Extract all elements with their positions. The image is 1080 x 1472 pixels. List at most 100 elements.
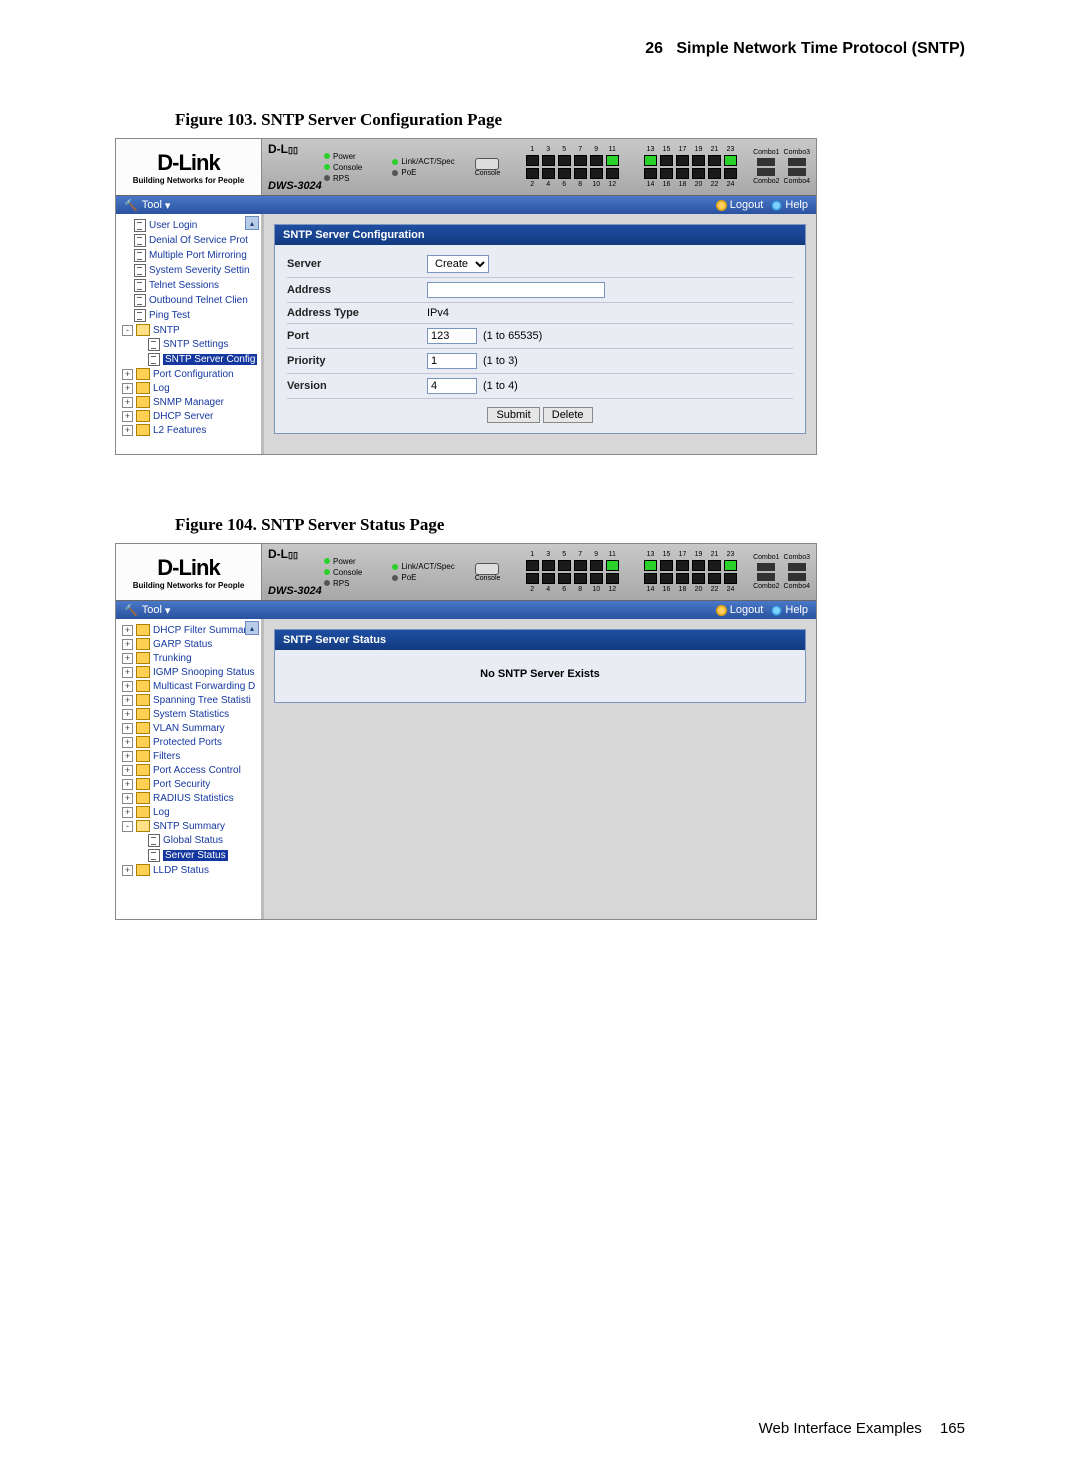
page-icon (148, 353, 160, 366)
scroll-up-icon[interactable]: ▴ (245, 216, 259, 230)
folder-icon (136, 778, 150, 790)
tree-item[interactable]: Ping Test (120, 308, 261, 323)
tree-item[interactable]: + Log (120, 805, 261, 819)
expand-icon[interactable]: + (122, 411, 133, 422)
tree-item[interactable]: Outbound Telnet Clien (120, 293, 261, 308)
brand-name: D-Link (157, 150, 219, 176)
tree-item[interactable]: SNTP Server Config (120, 352, 261, 367)
expand-icon[interactable]: + (122, 639, 133, 650)
tool-menu[interactable]: Tool ▾ (142, 199, 171, 212)
address-input[interactable] (427, 282, 605, 298)
tree-item[interactable]: SNTP Settings (120, 337, 261, 352)
nav-tree[interactable]: ▴ User Login Denial Of Service Prot Multip… (116, 214, 264, 454)
tree-item[interactable]: User Login (120, 218, 261, 233)
tree-item[interactable]: + DHCP Filter Summary (120, 623, 261, 637)
brand-tagline: Building Networks for People (133, 581, 245, 590)
priority-hint: (1 to 3) (483, 355, 518, 367)
expand-icon[interactable]: + (122, 625, 133, 636)
logout-link[interactable]: Logout (716, 604, 764, 616)
page-icon (134, 264, 146, 277)
led-label: PoE (401, 168, 416, 177)
tree-item[interactable]: Denial Of Service Prot (120, 233, 261, 248)
delete-button[interactable]: Delete (543, 407, 593, 423)
tree-item[interactable]: Global Status (120, 833, 261, 848)
tree-item[interactable]: +VLAN Summary (120, 721, 261, 735)
tree-item[interactable]: + GARP Status (120, 637, 261, 651)
help-link[interactable]: Help (771, 604, 808, 616)
expand-icon[interactable]: + (122, 681, 133, 692)
collapse-icon[interactable]: - (122, 325, 133, 336)
expand-icon[interactable]: + (122, 807, 133, 818)
tree-item[interactable]: -SNTP Summary (120, 819, 261, 833)
expand-icon[interactable]: + (122, 709, 133, 720)
tree-item[interactable]: +Port Access Control (120, 763, 261, 777)
help-link[interactable]: Help (771, 199, 808, 211)
tree-item[interactable]: +System Statistics (120, 707, 261, 721)
tree-item[interactable]: +Spanning Tree Statisti (120, 693, 261, 707)
expand-icon[interactable]: + (122, 865, 133, 876)
nav-tree[interactable]: ▴ + DHCP Filter Summary + GARP Status+Trunk… (116, 619, 264, 919)
expand-icon[interactable]: + (122, 793, 133, 804)
device-header: D-Link Building Networks for People D-L▯… (116, 139, 816, 196)
expand-icon[interactable]: + (122, 369, 133, 380)
tree-item-label: Multicast Forwarding D (153, 681, 255, 692)
tree-item[interactable]: Telnet Sessions (120, 278, 261, 293)
expand-icon[interactable]: + (122, 779, 133, 790)
led-label: Console (333, 163, 362, 172)
submit-button[interactable]: Submit (487, 407, 539, 423)
toolbar: 🔨 Tool ▾ Logout Help (116, 196, 816, 214)
page-footer: Web Interface Examples 165 (115, 1420, 965, 1437)
collapse-icon[interactable]: - (122, 821, 133, 832)
expand-icon[interactable]: + (122, 737, 133, 748)
folder-icon (136, 410, 150, 422)
tree-item-label: GARP Status (153, 639, 212, 650)
tree-item[interactable]: Multiple Port Mirroring (120, 248, 261, 263)
tree-item-label: Ping Test (149, 310, 190, 321)
tree-item-label: Denial Of Service Prot (149, 235, 248, 246)
tree-item[interactable]: +Port Security (120, 777, 261, 791)
tree-item[interactable]: System Severity Settin (120, 263, 261, 278)
tree-item[interactable]: +Trunking (120, 651, 261, 665)
tree-item[interactable]: +Protected Ports (120, 735, 261, 749)
server-select[interactable]: Create (427, 255, 489, 273)
expand-icon[interactable]: + (122, 383, 133, 394)
folder-icon (136, 624, 150, 636)
tree-item[interactable]: Server Status (120, 848, 261, 863)
tree-item[interactable]: +Log (120, 381, 261, 395)
tree-item-label: Log (153, 807, 170, 818)
tree-item[interactable]: +Port Configuration (120, 367, 261, 381)
tree-item[interactable]: +Filters (120, 749, 261, 763)
logout-icon (716, 605, 727, 616)
expand-icon[interactable]: + (122, 723, 133, 734)
tree-item[interactable]: + SNMP Manager (120, 395, 261, 409)
tree-item[interactable]: + Multicast Forwarding D (120, 679, 261, 693)
folder-icon (136, 638, 150, 650)
expand-icon[interactable]: + (122, 667, 133, 678)
expand-icon[interactable]: + (122, 397, 133, 408)
expand-icon[interactable]: + (122, 751, 133, 762)
tree-item[interactable]: +DHCP Server (120, 409, 261, 423)
expand-icon[interactable]: + (122, 425, 133, 436)
tree-item[interactable]: +RADIUS Statistics (120, 791, 261, 805)
scroll-up-icon[interactable]: ▴ (245, 621, 259, 635)
port-bank-1: 1357911 24681012 (526, 146, 619, 188)
tree-item-label: DHCP Filter Summary (153, 625, 252, 636)
expand-icon[interactable]: + (122, 695, 133, 706)
expand-icon[interactable]: + (122, 653, 133, 664)
folder-icon (136, 382, 150, 394)
port-input[interactable] (427, 328, 477, 344)
version-input[interactable] (427, 378, 477, 394)
led-label: Power (333, 152, 356, 161)
tool-menu[interactable]: Tool ▾ (142, 604, 171, 617)
tree-item-label: SNMP Manager (153, 397, 224, 408)
tree-item[interactable]: +IGMP Snooping Status (120, 665, 261, 679)
tree-item[interactable]: +LLDP Status (120, 863, 261, 877)
tree-item-label: Outbound Telnet Clien (149, 295, 248, 306)
tree-item[interactable]: -SNTP (120, 323, 261, 337)
tree-item[interactable]: +L2 Features (120, 423, 261, 437)
version-hint: (1 to 4) (483, 380, 518, 392)
tree-item-label: Telnet Sessions (149, 280, 219, 291)
expand-icon[interactable]: + (122, 765, 133, 776)
priority-input[interactable] (427, 353, 477, 369)
logout-link[interactable]: Logout (716, 199, 764, 211)
